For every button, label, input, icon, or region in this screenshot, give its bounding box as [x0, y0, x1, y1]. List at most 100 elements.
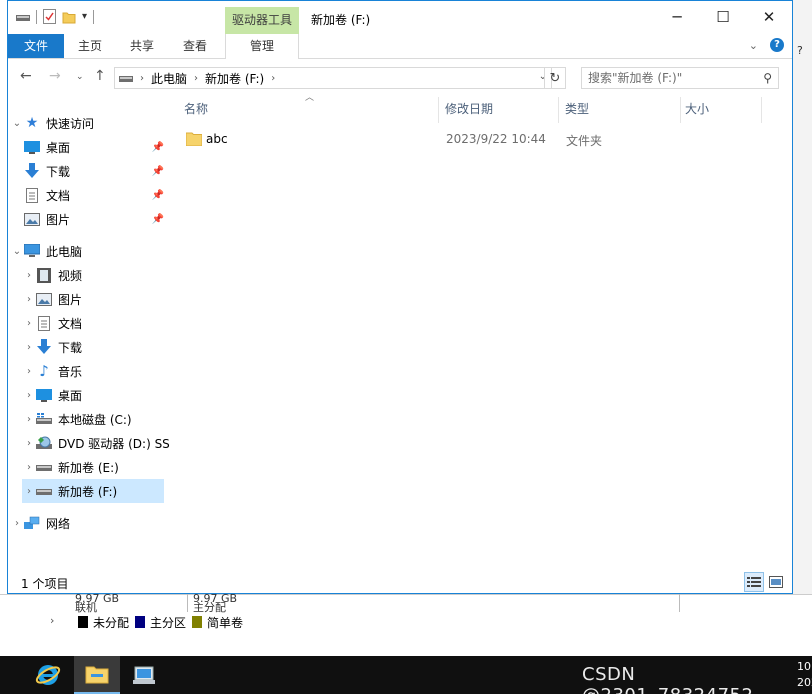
nav-quick-desktop[interactable]: 桌面 📌 — [24, 135, 166, 159]
start-button[interactable]: ▌ — [0, 656, 22, 694]
background-partition-cell: 9.97 GB 主分配 — [190, 593, 680, 613]
tab-view[interactable]: 查看 — [173, 34, 217, 58]
taskbar-server-manager[interactable] — [122, 656, 168, 694]
search-box[interactable]: ⚲ — [581, 67, 779, 89]
expand-chevron-icon[interactable]: › — [22, 270, 36, 281]
nav-label: 快速访问 — [46, 116, 95, 131]
expand-chevron-icon[interactable]: › — [22, 390, 36, 401]
nav-quick-documents[interactable]: 文档 📌 — [24, 183, 166, 207]
picture-icon — [36, 291, 52, 307]
nav-pc-drive-f[interactable]: › 新加卷 (F:) — [22, 479, 164, 503]
taskbar-internet-explorer[interactable] — [25, 656, 71, 694]
nav-pc-drive-d[interactable]: › DVD 驱动器 (D:) SS — [22, 431, 178, 455]
nav-network[interactable]: › 网络 — [10, 511, 166, 535]
windows-start-icon: ▌ — [0, 667, 4, 683]
forward-button[interactable]: → — [49, 68, 61, 84]
breadcrumb-separator-icon[interactable]: › — [194, 73, 198, 84]
tab-share[interactable]: 共享 — [120, 34, 164, 58]
nav-pc-drive-c[interactable]: › 本地磁盘 (C:) — [22, 407, 178, 431]
expand-chevron-icon[interactable]: › — [22, 462, 36, 473]
window-title: 新加卷 (F:) — [311, 13, 371, 27]
column-divider[interactable] — [761, 97, 762, 123]
taskbar-file-explorer[interactable] — [74, 656, 120, 694]
table-row[interactable]: abc 2023/9/22 10:44 文件夹 — [168, 129, 768, 151]
details-view-icon[interactable] — [744, 572, 764, 592]
collapse-chevron-icon[interactable]: ⌄ — [10, 246, 24, 257]
nav-quick-pictures[interactable]: 图片 📌 — [24, 207, 166, 231]
drive-icon — [119, 76, 133, 82]
nav-label: 图片 — [46, 212, 71, 227]
legend-label: 未分配 — [93, 615, 130, 630]
tab-home[interactable]: 主页 — [68, 34, 112, 58]
expand-chevron-icon[interactable]: › — [22, 366, 36, 377]
tab-file[interactable]: 文件 — [8, 34, 64, 58]
drive-icon — [36, 459, 52, 475]
expand-chevron-icon[interactable]: › — [22, 414, 36, 425]
nav-label: 网络 — [46, 516, 71, 531]
clock-time: 10: — [797, 660, 812, 673]
expand-chevron-icon[interactable]: › — [22, 486, 36, 497]
help-icon[interactable]: ? — [770, 38, 784, 52]
tab-manage[interactable]: 管理 — [225, 34, 299, 59]
breadcrumb-separator-icon[interactable]: › — [271, 73, 275, 84]
drive-icon — [36, 483, 52, 499]
refresh-button[interactable]: ↻ — [544, 67, 566, 89]
pin-icon[interactable]: 📌 — [152, 166, 164, 177]
nav-label: DVD 驱动器 (D:) SS — [58, 436, 170, 451]
column-header-modified[interactable]: 修改日期 — [439, 99, 557, 123]
column-header-size[interactable]: 大小 — [681, 99, 761, 123]
column-header-type[interactable]: 类型 — [559, 99, 679, 123]
taskbar-clock[interactable]: 10: 2023/ — [797, 659, 812, 691]
expand-chevron-icon[interactable]: › — [22, 438, 36, 449]
desktop-icon — [24, 139, 40, 155]
nav-pc-desktop[interactable]: › 桌面 — [22, 383, 178, 407]
quick-access-toolbar: ▾ — [16, 9, 95, 24]
download-arrow-icon — [24, 163, 40, 179]
close-button[interactable]: ✕ — [746, 1, 792, 33]
pin-icon[interactable]: 📌 — [152, 190, 164, 201]
download-arrow-icon — [36, 339, 52, 355]
nav-pc-videos[interactable]: › 视频 — [22, 263, 178, 287]
expand-ribbon-chevron-icon[interactable]: ⌄ — [749, 39, 758, 52]
expand-chevron-icon[interactable]: › — [22, 318, 36, 329]
new-folder-icon[interactable] — [62, 10, 76, 24]
window-controls: ─ ☐ ✕ — [654, 1, 792, 33]
collapse-chevron-icon[interactable]: ⌄ — [10, 118, 24, 129]
nav-pc-documents[interactable]: › 文档 — [22, 311, 178, 335]
maximize-button[interactable]: ☐ — [700, 1, 746, 33]
nav-quick-access[interactable]: ⌄ ★ 快速访问 — [10, 111, 166, 135]
nav-label: 新加卷 (E:) — [58, 460, 119, 475]
search-input[interactable] — [588, 71, 758, 85]
scroll-right-arrow-icon[interactable]: › — [50, 614, 54, 627]
nav-pc-downloads[interactable]: › 下载 — [22, 335, 178, 359]
nav-label: 下载 — [46, 164, 71, 179]
view-switcher — [744, 572, 786, 592]
breadcrumb-drive-f[interactable]: 新加卷 (F:) — [205, 70, 264, 87]
nav-this-pc[interactable]: ⌄ 此电脑 — [10, 239, 166, 263]
nav-pc-pictures[interactable]: › 图片 — [22, 287, 178, 311]
breadcrumb-this-pc[interactable]: 此电脑 — [151, 70, 187, 87]
up-button[interactable]: ↑ — [94, 68, 106, 84]
breadcrumb-separator-icon[interactable]: › — [140, 73, 144, 84]
properties-icon[interactable] — [43, 9, 56, 24]
nav-pc-music[interactable]: › ♪ 音乐 — [22, 359, 178, 383]
legend-swatch-simple — [192, 616, 203, 628]
back-button[interactable]: ← — [20, 68, 32, 84]
large-icons-view-icon[interactable] — [766, 572, 786, 592]
nav-pc-drive-e[interactable]: › 新加卷 (E:) — [22, 455, 178, 479]
pin-icon[interactable]: 📌 — [152, 142, 164, 153]
file-name: abc — [206, 132, 228, 146]
customize-toolbar-chevron-icon[interactable]: ▾ — [82, 11, 87, 22]
address-bar[interactable]: › 此电脑 › 新加卷 (F:) › ⌄ — [114, 67, 552, 89]
column-header-name[interactable]: 名称 — [168, 99, 438, 123]
minimize-button[interactable]: ─ — [654, 1, 700, 33]
expand-chevron-icon[interactable]: › — [22, 342, 36, 353]
recent-locations-chevron-icon[interactable]: ⌄ — [76, 72, 84, 82]
file-explorer-icon — [85, 666, 109, 684]
nav-quick-downloads[interactable]: 下载 📌 — [24, 159, 166, 183]
background-disk-cell: 9.97 GB 联机 — [72, 593, 188, 613]
nav-label: 新加卷 (F:) — [58, 484, 118, 499]
expand-chevron-icon[interactable]: › — [10, 518, 24, 529]
expand-chevron-icon[interactable]: › — [22, 294, 36, 305]
pin-icon[interactable]: 📌 — [152, 214, 164, 225]
